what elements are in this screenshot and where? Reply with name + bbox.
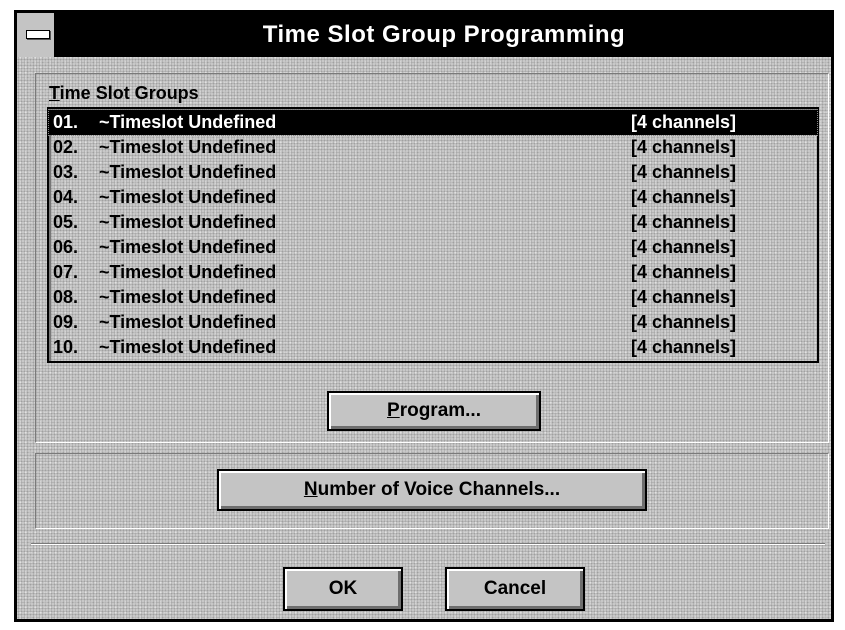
list-item-channels: [4 channels] xyxy=(631,187,737,207)
system-menu-button[interactable] xyxy=(17,13,57,57)
list-item-name: ~Timeslot Undefined xyxy=(99,137,277,157)
list-item-name: ~Timeslot Undefined xyxy=(99,337,277,357)
time-slot-groups-listbox[interactable]: 01. ~Timeslot Undefined [4 channels] 02. ~Ti… xyxy=(47,107,819,363)
list-item[interactable]: 05. ~Timeslot Undefined [4 channels] xyxy=(49,210,817,235)
list-item-number: 06. xyxy=(53,237,79,257)
list-item-name: ~Timeslot Undefined xyxy=(99,312,277,332)
list-item-channels: [4 channels] xyxy=(631,212,737,232)
ok-button[interactable]: OK xyxy=(283,567,403,611)
list-item-name: ~Timeslot Undefined xyxy=(99,212,277,232)
list-item[interactable]: 03. ~Timeslot Undefined [4 channels] xyxy=(49,160,817,185)
list-item-number: 01. xyxy=(53,112,79,132)
list-item-channels: [4 channels] xyxy=(631,237,737,257)
list-item-name: ~Timeslot Undefined xyxy=(99,237,277,257)
time-slot-groups-label: Time Slot Groups xyxy=(49,83,199,104)
list-item[interactable]: 09. ~Timeslot Undefined [4 channels] xyxy=(49,310,817,335)
list-item-name: ~Timeslot Undefined xyxy=(99,112,277,132)
list-item-name: ~Timeslot Undefined xyxy=(99,262,277,282)
program-button[interactable]: Program... xyxy=(327,391,541,431)
list-item-channels: [4 channels] xyxy=(631,112,737,132)
number-of-voice-channels-button[interactable]: Number of Voice Channels... xyxy=(217,469,647,511)
list-item-channels: [4 channels] xyxy=(631,162,737,182)
list-item-number: 09. xyxy=(53,312,79,332)
list-item-channels: [4 channels] xyxy=(631,312,737,332)
list-item-number: 07. xyxy=(53,262,79,282)
title-bar[interactable]: Time Slot Group Programming xyxy=(17,13,831,57)
list-item-name: ~Timeslot Undefined xyxy=(99,162,277,182)
list-item-name: ~Timeslot Undefined xyxy=(99,287,277,307)
list-item-number: 08. xyxy=(53,287,79,307)
list-item[interactable]: 10. ~Timeslot Undefined [4 channels] xyxy=(49,335,817,360)
list-item-number: 04. xyxy=(53,187,79,207)
label-mnemonic: T xyxy=(49,83,60,103)
cancel-button[interactable]: Cancel xyxy=(445,567,585,611)
list-item-number: 03. xyxy=(53,162,79,182)
list-item-number: 02. xyxy=(53,137,79,157)
list-item[interactable]: 02. ~Timeslot Undefined [4 channels] xyxy=(49,135,817,160)
list-item-channels: [4 channels] xyxy=(631,337,737,357)
list-item[interactable]: 04. ~Timeslot Undefined [4 channels] xyxy=(49,185,817,210)
list-item[interactable]: 07. ~Timeslot Undefined [4 channels] xyxy=(49,260,817,285)
window-title: Time Slot Group Programming xyxy=(262,21,626,48)
list-item-channels: [4 channels] xyxy=(631,287,737,307)
voice-channels-label-rest: umber of Voice Channels... xyxy=(317,479,561,500)
voice-channels-mnemonic: N xyxy=(303,479,318,500)
list-item[interactable]: 06. ~Timeslot Undefined [4 channels] xyxy=(49,235,817,260)
list-item-channels: [4 channels] xyxy=(631,137,737,157)
list-item-number: 10. xyxy=(53,337,79,357)
dialog-window: Time Slot Group Programming Time Slot Gr… xyxy=(14,10,834,622)
list-item-number: 05. xyxy=(53,212,79,232)
label-rest: ime Slot Groups xyxy=(59,83,199,103)
system-menu-icon xyxy=(26,30,50,39)
program-mnemonic: P xyxy=(387,400,400,421)
program-label-rest: rogram... xyxy=(399,400,481,421)
list-item-channels: [4 channels] xyxy=(631,262,737,282)
list-item-name: ~Timeslot Undefined xyxy=(99,187,277,207)
separator-line xyxy=(31,543,825,545)
list-item[interactable]: 08. ~Timeslot Undefined [4 channels] xyxy=(49,285,817,310)
list-item-selected[interactable]: 01. ~Timeslot Undefined [4 channels] xyxy=(48,109,818,136)
